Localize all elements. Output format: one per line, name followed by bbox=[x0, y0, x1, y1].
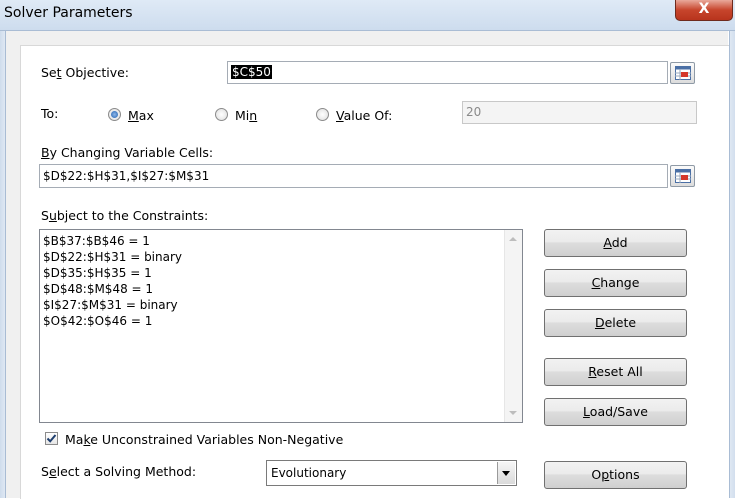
accelerator-key: D bbox=[594, 315, 605, 330]
constraints-items: $B$37:$B$46 = 1 $D$22:$H$31 = binary $D$… bbox=[43, 233, 182, 329]
label-part: S bbox=[41, 208, 49, 223]
delete-button[interactable]: Delete bbox=[544, 309, 687, 337]
range-selector-icon bbox=[675, 169, 691, 183]
label-part: e Unconstrained Variables Non-Negative bbox=[90, 432, 344, 447]
accelerator-key: B bbox=[41, 145, 50, 160]
list-item[interactable]: $B$37:$B$46 = 1 bbox=[43, 233, 182, 249]
close-button[interactable]: X bbox=[675, 0, 733, 21]
label-part: lect a Solving Method: bbox=[56, 464, 197, 479]
min-radio[interactable] bbox=[215, 108, 228, 121]
list-item[interactable]: $D$22:$H$31 = binary bbox=[43, 249, 182, 265]
accelerator-key: C bbox=[591, 275, 601, 290]
changing-cells-input[interactable]: $D$22:$H$31,$I$27:$M$31 bbox=[39, 164, 668, 188]
button-label: eset All bbox=[596, 364, 643, 379]
accelerator-key: n bbox=[249, 108, 258, 123]
range-selector-icon bbox=[675, 66, 691, 80]
solving-method-select[interactable]: Evolutionary bbox=[266, 460, 517, 486]
min-label[interactable]: Min bbox=[235, 108, 257, 123]
button-label: dd bbox=[611, 235, 628, 250]
accelerator-key: p bbox=[601, 467, 610, 482]
add-button[interactable]: Add bbox=[544, 229, 687, 257]
constraints-scrollbar[interactable] bbox=[504, 230, 522, 422]
max-radio[interactable] bbox=[108, 108, 121, 121]
button-label: oad/Save bbox=[589, 404, 648, 419]
changing-cells-label: By Changing Variable Cells: bbox=[41, 145, 213, 160]
list-item[interactable]: $O$42:$O$46 = 1 bbox=[43, 313, 182, 329]
accelerator-key: L bbox=[583, 404, 590, 419]
set-objective-label: Set Objective: bbox=[41, 65, 129, 80]
window-frame-right bbox=[729, 31, 735, 498]
value-of-radio[interactable] bbox=[316, 108, 329, 121]
changing-ref-button[interactable] bbox=[670, 165, 695, 187]
label-part: S bbox=[41, 464, 49, 479]
accelerator-key: e bbox=[48, 464, 57, 479]
accelerator-key: M bbox=[128, 108, 139, 123]
options-button[interactable]: Options bbox=[544, 461, 687, 489]
value-of-input[interactable]: 20 bbox=[462, 101, 697, 124]
label-part: Se bbox=[41, 65, 57, 80]
label-part: Ma bbox=[65, 432, 84, 447]
accelerator-key: A bbox=[603, 235, 612, 250]
label-part: Mi bbox=[235, 108, 250, 123]
chevron-down-icon[interactable] bbox=[497, 462, 515, 484]
list-item[interactable]: $D$48:$M$48 = 1 bbox=[43, 281, 182, 297]
accelerator-key: V bbox=[336, 108, 344, 123]
to-label: To: bbox=[41, 106, 59, 121]
button-label: tions bbox=[609, 467, 640, 482]
label-part: y Changing Variable Cells: bbox=[49, 145, 214, 160]
accelerator-key: u bbox=[48, 208, 57, 223]
constraints-label: Subject to the Constraints: bbox=[41, 208, 208, 223]
objective-value: $C$50 bbox=[231, 65, 272, 79]
label-part: bject to the Constraints: bbox=[56, 208, 209, 223]
button-label: elete bbox=[604, 315, 637, 330]
change-button[interactable]: Change bbox=[544, 269, 687, 297]
objective-ref-button[interactable] bbox=[670, 62, 695, 84]
close-icon[interactable]: X bbox=[699, 1, 710, 17]
constraints-list[interactable]: $B$37:$B$46 = 1 $D$22:$H$31 = binary $D$… bbox=[39, 229, 523, 423]
list-item[interactable]: $D$35:$H$35 = 1 bbox=[43, 265, 182, 281]
non-negative-checkbox[interactable] bbox=[45, 432, 58, 445]
non-negative-label[interactable]: Make Unconstrained Variables Non-Negativ… bbox=[65, 432, 343, 447]
scroll-up-icon[interactable] bbox=[509, 237, 517, 241]
dialog-body: Set Objective: $C$50 To: Max Min Value O… bbox=[6, 31, 729, 499]
set-objective-input[interactable]: $C$50 bbox=[227, 61, 668, 84]
button-label: hange bbox=[600, 275, 640, 290]
solving-method-label: Select a Solving Method: bbox=[41, 464, 196, 479]
label-part: alue Of: bbox=[343, 108, 393, 123]
reset-all-button[interactable]: Reset All bbox=[544, 358, 687, 386]
scroll-down-icon[interactable] bbox=[509, 411, 517, 415]
value-of-label[interactable]: Value Of: bbox=[336, 108, 392, 123]
button-label: O bbox=[591, 467, 602, 482]
checkmark-icon bbox=[46, 434, 57, 443]
label-part: ax bbox=[138, 108, 154, 123]
list-item[interactable]: $I$27:$M$31 = binary bbox=[43, 297, 182, 313]
label-part: Objective: bbox=[61, 65, 130, 80]
max-label[interactable]: Max bbox=[128, 108, 154, 123]
solving-method-value: Evolutionary bbox=[271, 466, 347, 480]
title-bar: Solver Parameters X bbox=[0, 0, 735, 31]
load-save-button[interactable]: Load/Save bbox=[544, 398, 687, 426]
window-title: Solver Parameters bbox=[4, 5, 133, 21]
